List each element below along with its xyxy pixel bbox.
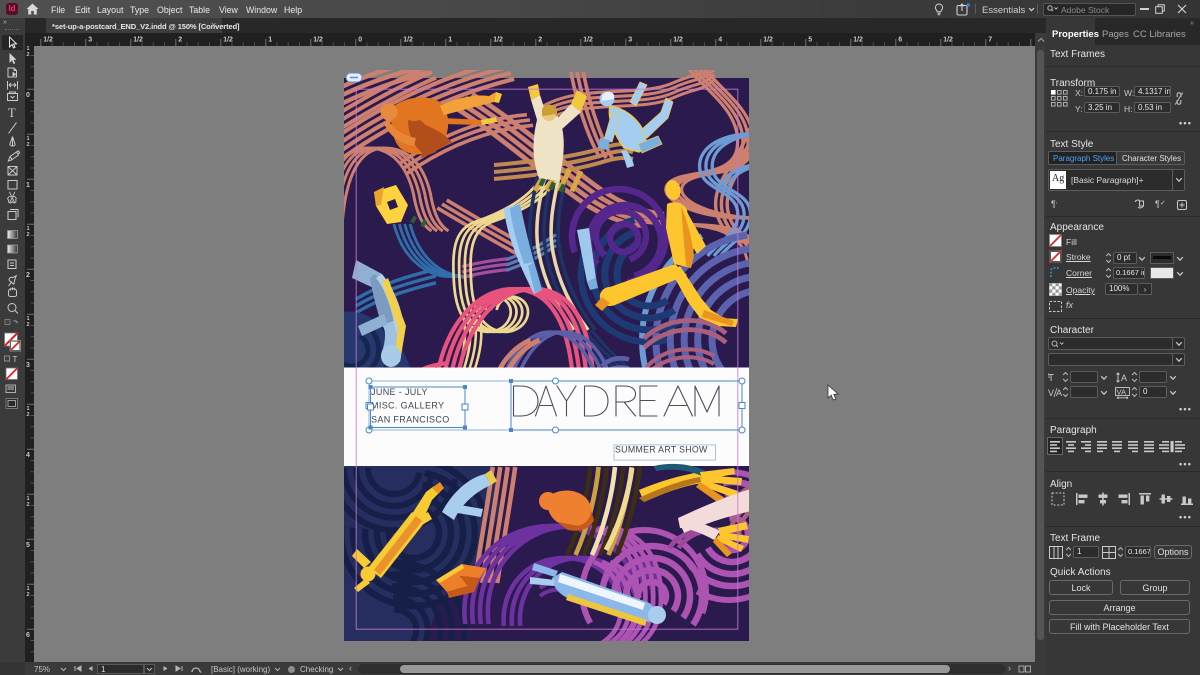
svg-text:1/2: 1/2 [943, 37, 953, 44]
svg-text:6: 6 [26, 632, 30, 639]
svg-text:1/2: 1/2 [583, 37, 593, 44]
svg-text:1/2: 1/2 [853, 37, 863, 44]
svg-text:2: 2 [538, 37, 542, 44]
svg-text:SUMMER ART SHOW: SUMMER ART SHOW [615, 445, 708, 455]
svg-text:1/2: 1/2 [673, 37, 683, 44]
svg-text:MISC. GALLERY: MISC. GALLERY [371, 401, 444, 411]
svg-text:2: 2 [27, 592, 30, 598]
svg-text:3: 3 [88, 37, 92, 44]
svg-text:3: 3 [628, 37, 632, 44]
svg-text:2: 2 [27, 322, 30, 328]
svg-text:6: 6 [898, 37, 902, 44]
svg-text:7: 7 [988, 37, 992, 44]
svg-text:1/2: 1/2 [763, 37, 773, 44]
svg-text:2: 2 [27, 52, 30, 58]
svg-text:T: T [13, 355, 18, 364]
svg-text:1/2: 1/2 [43, 37, 53, 44]
svg-text:2: 2 [27, 412, 30, 418]
svg-text:5: 5 [808, 37, 812, 44]
svg-text:2: 2 [178, 37, 182, 44]
svg-text:3: 3 [26, 362, 30, 369]
svg-text:0: 0 [358, 37, 362, 44]
svg-text:4: 4 [26, 452, 30, 459]
svg-text:2: 2 [27, 502, 30, 508]
svg-text:SAN FRANCISCO: SAN FRANCISCO [371, 414, 450, 424]
svg-text:1/2: 1/2 [493, 37, 503, 44]
svg-text:1: 1 [448, 37, 452, 44]
svg-text:1: 1 [268, 37, 272, 44]
svg-text:1/2: 1/2 [133, 37, 143, 44]
svg-text:1/2: 1/2 [223, 37, 233, 44]
svg-text:2: 2 [26, 272, 30, 279]
svg-text:2: 2 [27, 142, 30, 148]
svg-text:2: 2 [27, 232, 30, 238]
svg-text:0: 0 [26, 92, 30, 99]
svg-text:1: 1 [26, 182, 30, 189]
svg-text:T: T [8, 106, 16, 120]
svg-text:1/2: 1/2 [313, 37, 323, 44]
svg-text:4: 4 [718, 37, 722, 44]
svg-text:JUNE - JULY: JUNE - JULY [371, 387, 428, 397]
svg-text:1/2: 1/2 [403, 37, 413, 44]
svg-text:5: 5 [26, 542, 30, 549]
